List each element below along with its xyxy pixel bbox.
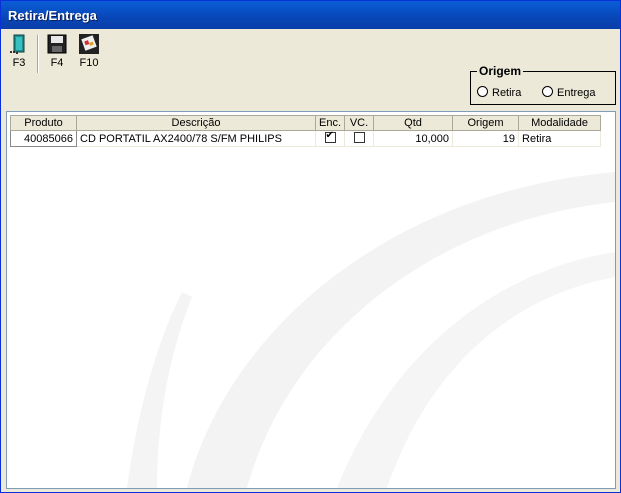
print-icon <box>79 34 99 54</box>
cell-vc[interactable] <box>344 130 375 147</box>
title-bar[interactable]: Retira/Entrega <box>1 1 620 29</box>
exit-button[interactable]: F3 <box>4 33 34 69</box>
door-exit-icon <box>10 34 25 54</box>
grid-area[interactable]: Produto Descrição Enc. VC. Qtd Origem Mo… <box>6 111 616 489</box>
items-table: Produto Descrição Enc. VC. Qtd Origem Mo… <box>10 115 602 147</box>
col-header-vc[interactable]: VC. <box>344 115 375 131</box>
radio-circle-icon <box>477 86 488 97</box>
cell-enc[interactable] <box>314 130 346 147</box>
col-header-produto[interactable]: Produto <box>10 115 77 131</box>
exit-button-label: F3 <box>12 57 26 69</box>
save-button-label: F4 <box>50 57 64 69</box>
origem-group: Origem Retira Entrega <box>470 64 616 105</box>
col-header-modalidade[interactable]: Modalidade <box>518 115 602 131</box>
radio-retira[interactable]: Retira <box>477 86 521 99</box>
cell-origem[interactable]: 19 <box>452 130 520 147</box>
table-row[interactable]: 40085066 CD PORTATIL AX2400/78 S/FM PHIL… <box>10 130 602 147</box>
print-button-label: F10 <box>79 57 99 69</box>
col-header-descricao[interactable]: Descrição <box>76 115 316 131</box>
toolbar: F3 F4 F10 <box>1 29 620 75</box>
toolbar-separator <box>37 35 39 73</box>
enc-checkbox[interactable] <box>324 130 336 143</box>
col-header-origem[interactable]: Origem <box>452 115 520 131</box>
cell-produto[interactable]: 40085066 <box>10 130 77 147</box>
print-button[interactable]: F10 <box>74 33 104 69</box>
cell-descricao[interactable]: CD PORTATIL AX2400/78 S/FM PHILIPS <box>76 130 316 147</box>
window-title: Retira/Entrega <box>8 8 97 23</box>
radio-circle-icon <box>542 86 553 97</box>
cell-qtd[interactable]: 10,000 <box>373 130 454 147</box>
col-header-qtd[interactable]: Qtd <box>373 115 454 131</box>
save-button[interactable]: F4 <box>42 33 72 69</box>
radio-retira-label: Retira <box>492 87 522 99</box>
cell-modalidade[interactable]: Retira <box>518 130 602 147</box>
floppy-save-icon <box>47 34 67 54</box>
retira-entrega-window: Retira/Entrega F3 F4 F10 Origem Retira E… <box>0 0 621 493</box>
background-watermark <box>127 172 615 488</box>
table-header-row: Produto Descrição Enc. VC. Qtd Origem Mo… <box>10 115 602 131</box>
origem-legend: Origem <box>477 64 524 78</box>
radio-entrega-label: Entrega <box>557 87 596 99</box>
vc-checkbox[interactable] <box>353 132 365 143</box>
col-header-enc[interactable]: Enc. <box>314 115 346 131</box>
radio-entrega[interactable]: Entrega <box>542 86 596 99</box>
